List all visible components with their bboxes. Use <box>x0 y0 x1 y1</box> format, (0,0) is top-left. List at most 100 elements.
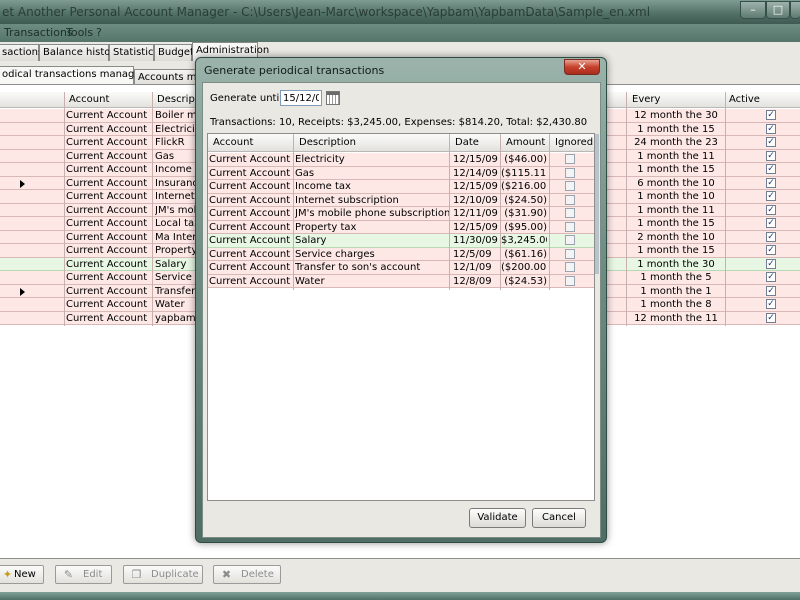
active-checkbox[interactable]: ✓ <box>766 177 776 188</box>
active-checkbox[interactable]: ✓ <box>766 191 776 201</box>
row-date: 12/15/09 <box>453 181 498 192</box>
duplicate-button-label: Duplicate <box>151 569 199 580</box>
row-account: Current Account <box>66 177 148 189</box>
tab-transactions[interactable]: sactions <box>0 44 43 61</box>
dialog-table-scrollbar[interactable] <box>595 134 599 274</box>
tab-budget[interactable]: Budget <box>154 44 194 61</box>
active-checkbox[interactable]: ✓ <box>766 123 776 134</box>
ignored-checkbox[interactable] <box>565 194 575 205</box>
table-row[interactable]: Current Account Gas 12/14/09 ($115.11) <box>208 166 594 180</box>
calendar-icon[interactable] <box>326 91 340 105</box>
active-checkbox[interactable]: ✓ <box>766 272 776 282</box>
row-account: Current Account <box>209 154 291 165</box>
table-row[interactable]: Current Account Income tax 12/15/09 ($216.0… <box>208 180 594 194</box>
row-amount: ($115.11) <box>501 167 547 179</box>
table-row[interactable]: Current Account Transfer to son's account… <box>208 261 594 275</box>
row-every: 12 month the 30 <box>634 110 718 121</box>
header-every[interactable]: Every <box>632 93 660 107</box>
active-checkbox[interactable]: ✓ <box>766 137 776 147</box>
header-active[interactable]: Active <box>729 93 760 107</box>
ignored-checkbox[interactable] <box>565 262 575 272</box>
row-every: 24 month the 23 <box>634 137 718 148</box>
row-account: Current Account <box>66 231 148 243</box>
dlg-header-account[interactable]: Account <box>213 137 253 148</box>
dlg-header-description[interactable]: Description <box>299 137 356 148</box>
subtab-periodical-transactions[interactable]: odical transactions management <box>0 66 167 86</box>
active-checkbox[interactable]: ✓ <box>766 231 776 242</box>
row-account: Current Account <box>66 204 148 216</box>
table-row[interactable]: Current Account Service charges 12/5/09 ($6… <box>208 247 594 261</box>
table-row[interactable]: Current Account Water 12/8/09 ($24.53) <box>208 274 594 288</box>
dlg-header-ignored[interactable]: Ignored <box>555 137 593 148</box>
row-amount: ($216.00) <box>501 181 547 192</box>
transactions-summary: Transactions: 10, Receipts: $3,245.00, E… <box>210 117 588 128</box>
active-checkbox[interactable]: ✓ <box>766 218 776 228</box>
menu-help[interactable]: ? <box>96 26 102 39</box>
row-account: Current Account <box>66 285 148 297</box>
ignored-checkbox[interactable] <box>565 167 575 178</box>
maximize-button[interactable]: □ <box>766 1 790 19</box>
active-checkbox[interactable]: ✓ <box>766 245 776 255</box>
new-button-label: New <box>14 569 36 580</box>
active-checkbox[interactable]: ✓ <box>766 299 776 309</box>
validate-button[interactable]: Validate <box>469 508 526 528</box>
ignored-checkbox[interactable] <box>565 208 575 218</box>
table-row[interactable]: Current Account Internet subscription 12/1… <box>208 193 594 207</box>
row-date: 12/11/09 <box>453 208 498 219</box>
window-close-button[interactable] <box>790 1 800 19</box>
row-amount: ($46.00) <box>504 154 547 165</box>
row-description: Electricity <box>295 154 345 165</box>
ignored-checkbox[interactable] <box>565 154 575 164</box>
row-account: Current Account <box>66 137 148 148</box>
row-every: 1 month the 15 <box>637 164 715 175</box>
edit-button[interactable]: ✎ Edit <box>55 565 112 584</box>
row-every: 6 month the 10 <box>637 177 715 189</box>
ignored-checkbox[interactable] <box>565 181 575 191</box>
active-checkbox[interactable]: ✓ <box>766 110 776 120</box>
active-checkbox[interactable]: ✓ <box>766 285 776 296</box>
dlg-header-date[interactable]: Date <box>455 137 479 148</box>
active-checkbox[interactable]: ✓ <box>766 204 776 215</box>
menubar: Transactions Tools ? <box>0 24 800 42</box>
new-button[interactable]: ✦ New <box>0 565 44 584</box>
row-amount: ($24.53) <box>504 275 547 287</box>
dialog-close-button[interactable]: ✕ <box>564 59 600 75</box>
duplicate-button[interactable]: ❐ Duplicate <box>123 565 203 584</box>
minimize-button[interactable]: – <box>740 1 766 19</box>
menu-transactions[interactable]: Transactions <box>4 26 73 39</box>
table-row[interactable]: Current Account JM's mobile phone subscri… <box>208 207 594 221</box>
cancel-button[interactable]: Cancel <box>532 508 586 528</box>
active-checkbox[interactable]: ✓ <box>766 164 776 174</box>
window-title: et Another Personal Account Manager - C:… <box>2 5 651 19</box>
generated-transactions-table: Account Description Date Amount Ignored … <box>207 133 595 501</box>
generate-until-input[interactable] <box>280 90 322 106</box>
column-divider <box>626 92 627 326</box>
active-checkbox[interactable]: ✓ <box>766 258 776 269</box>
table-row[interactable]: Current Account Electricity 12/15/09 ($46.0… <box>208 153 594 167</box>
row-every: 1 month the 15 <box>637 245 715 256</box>
row-amount: ($95.00) <box>504 221 547 233</box>
row-every: 1 month the 5 <box>640 272 712 283</box>
row-date: 12/5/09 <box>453 248 492 260</box>
tab-balance-history[interactable]: Balance history <box>39 44 120 61</box>
table-row[interactable]: Current Account Salary 11/30/09 $3,245.00 <box>208 234 594 248</box>
ignored-checkbox[interactable] <box>565 248 575 259</box>
row-account: Current Account <box>209 248 291 260</box>
row-account: Current Account <box>66 110 148 121</box>
active-checkbox[interactable]: ✓ <box>766 312 776 323</box>
row-description: Service charges <box>295 248 375 260</box>
row-account: Current Account <box>209 167 291 179</box>
table-row[interactable]: Current Account Property tax 12/15/09 ($95.… <box>208 220 594 234</box>
row-account: Current Account <box>66 123 148 135</box>
dlg-header-amount[interactable]: Amount <box>506 137 545 148</box>
column-divider <box>449 134 450 290</box>
active-checkbox[interactable]: ✓ <box>766 150 776 161</box>
menu-tools[interactable]: Tools <box>66 26 93 39</box>
ignored-checkbox[interactable] <box>565 221 575 232</box>
delete-button[interactable]: ✖ Delete <box>213 565 281 584</box>
ignored-checkbox[interactable] <box>565 275 575 286</box>
ignored-checkbox[interactable] <box>565 235 575 245</box>
tab-statistics[interactable]: Statistics <box>109 44 159 61</box>
dialog-table-header: Account Description Date Amount Ignored <box>208 134 594 152</box>
header-account[interactable]: Account <box>69 93 109 107</box>
